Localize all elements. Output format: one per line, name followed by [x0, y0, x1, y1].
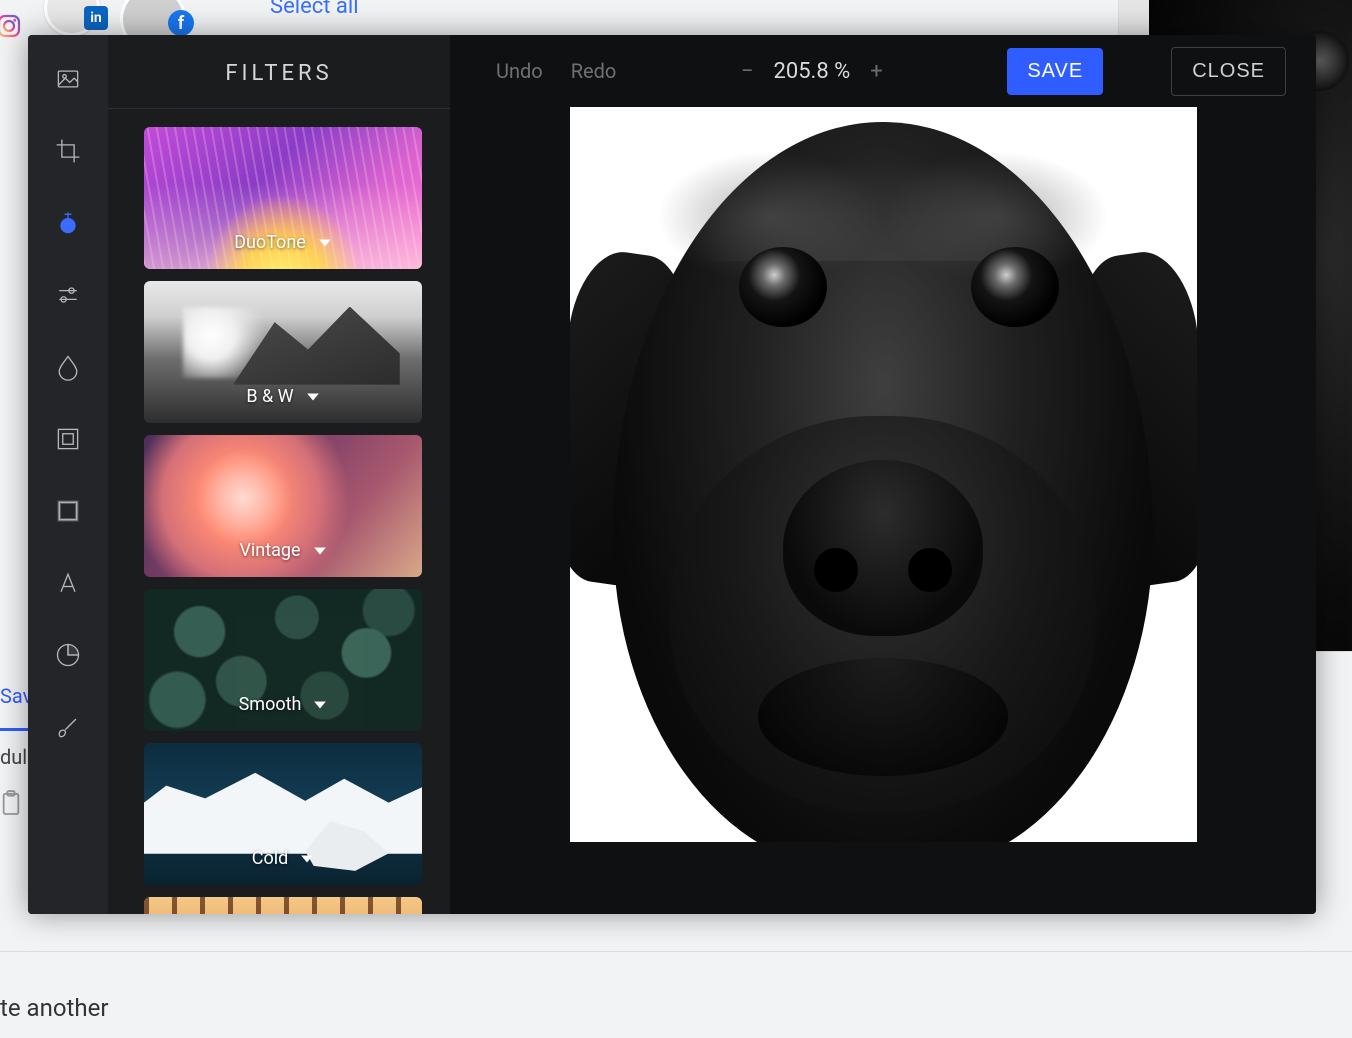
tool-rail — [28, 35, 108, 914]
filters-panel: FILTERS DuoTone B & W Vintage Smooth — [108, 35, 450, 914]
chevron-down-icon — [313, 544, 327, 558]
zoom-value: 205.8 % — [773, 59, 850, 84]
filter-card-smooth[interactable]: Smooth — [144, 589, 422, 731]
sticker-tool[interactable] — [52, 639, 84, 671]
adjust-tool[interactable] — [52, 279, 84, 311]
filter-card-bw[interactable]: B & W — [144, 281, 422, 423]
filters-tool[interactable] — [52, 207, 84, 239]
undo-button[interactable]: Undo — [496, 59, 543, 83]
filter-card-cold[interactable]: Cold — [144, 743, 422, 885]
filter-card-warm[interactable] — [144, 897, 422, 914]
image-editor-modal: FILTERS DuoTone B & W Vintage Smooth — [28, 35, 1316, 914]
zoom-in-button[interactable]: + — [866, 59, 886, 84]
redo-button[interactable]: Redo — [571, 59, 617, 83]
filter-label: Cold — [252, 848, 289, 869]
instagram-icon — [0, 14, 21, 38]
filter-label: Smooth — [239, 694, 302, 715]
image-content — [570, 107, 1197, 842]
select-all-link[interactable]: Select all — [270, 0, 359, 19]
chevron-down-icon — [318, 236, 332, 250]
crop-tool[interactable] — [52, 135, 84, 167]
close-button[interactable]: CLOSE — [1171, 47, 1286, 96]
text-tool[interactable] — [52, 567, 84, 599]
canvas-stage[interactable] — [450, 107, 1316, 914]
filter-label: Vintage — [239, 540, 300, 561]
filter-card-vintage[interactable]: Vintage — [144, 435, 422, 577]
filter-card-duotone[interactable]: DuoTone — [144, 127, 422, 269]
chevron-down-icon — [300, 852, 314, 866]
filter-list[interactable]: DuoTone B & W Vintage Smooth Col — [108, 109, 450, 914]
panel-title: FILTERS — [108, 35, 450, 109]
zoom-controls: − 205.8 % + — [737, 59, 887, 84]
brush-tool[interactable] — [52, 711, 84, 743]
canvas-area: Undo Redo − 205.8 % + SAVE CLOSE — [450, 35, 1316, 914]
canvas-toolbar: Undo Redo − 205.8 % + SAVE CLOSE — [450, 35, 1316, 107]
border-tool[interactable] — [52, 495, 84, 527]
chevron-down-icon — [313, 698, 327, 712]
image-tool[interactable] — [52, 63, 84, 95]
zoom-out-button[interactable]: − — [737, 59, 758, 84]
save-button[interactable]: SAVE — [1007, 48, 1103, 95]
frame-tool[interactable] — [52, 423, 84, 455]
host-create-another[interactable]: te another — [0, 994, 108, 1022]
linkedin-icon: in — [84, 6, 108, 30]
blur-tool[interactable] — [52, 351, 84, 383]
filter-label: DuoTone — [234, 232, 306, 253]
edited-image[interactable] — [570, 107, 1197, 842]
chevron-down-icon — [306, 390, 320, 404]
filter-thumbnail — [144, 897, 422, 914]
facebook-icon: f — [168, 10, 194, 36]
filter-label: B & W — [246, 386, 293, 407]
